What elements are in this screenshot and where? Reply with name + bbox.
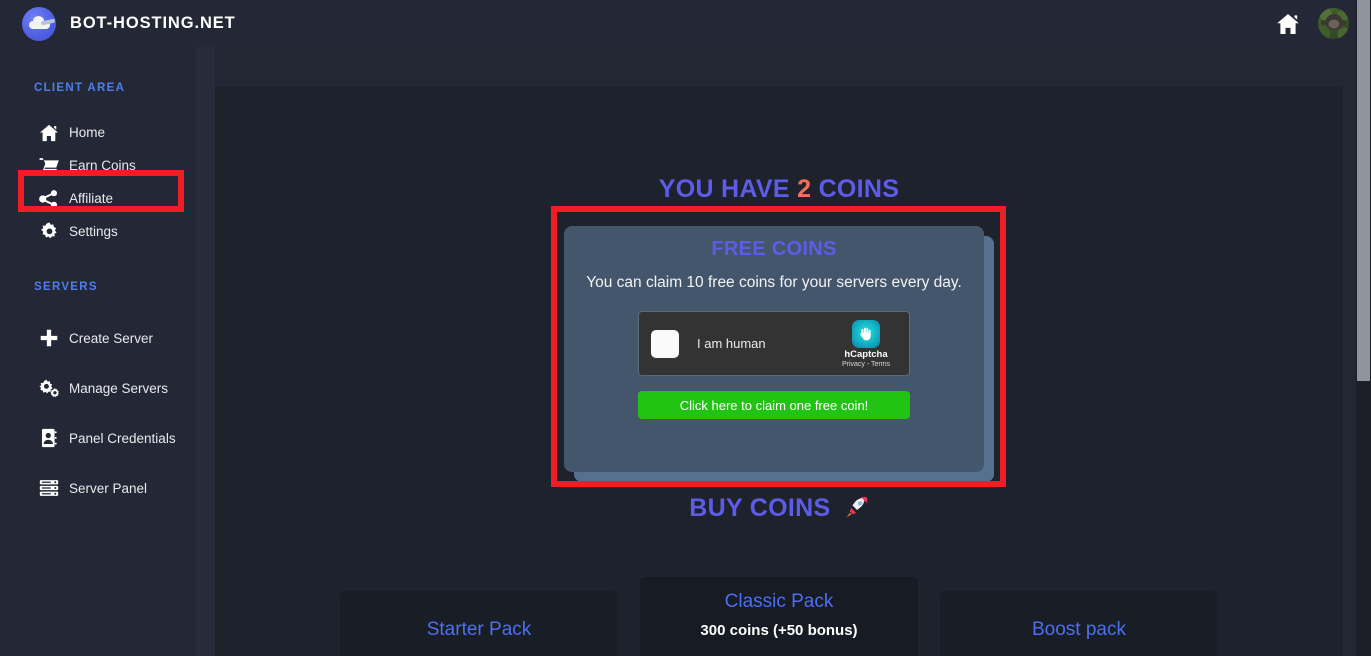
gear-icon — [38, 222, 60, 241]
sidebar-item-label: Settings — [69, 224, 118, 239]
sidebar-section-client-area: CLIENT AREA — [34, 82, 126, 94]
buy-coins-label: BUY COINS — [689, 494, 831, 522]
pack-name: Starter Pack — [426, 619, 532, 640]
sidebar: CLIENT AREA Home Earn Coins Affiliate Se… — [0, 47, 196, 656]
sidebar-item-server-panel[interactable]: Server Panel — [0, 463, 196, 513]
brand-name: BOT-HOSTING.NET — [70, 14, 236, 32]
claim-free-coin-button[interactable]: Click here to claim one free coin! — [638, 391, 910, 419]
sidebar-item-label: Manage Servers — [69, 380, 169, 396]
main-content-panel: YOU HAVE 2 COINS FREE COINS You can clai… — [215, 87, 1343, 656]
hcaptcha-checkbox-label: I am human — [697, 336, 766, 351]
brand[interactable]: BOT-HOSTING.NET — [22, 6, 236, 41]
free-coins-description: You can claim 10 free coins for your ser… — [586, 274, 962, 291]
sidebar-item-label: Home — [69, 125, 106, 140]
pack-card-starter[interactable]: Starter Pack — [340, 591, 618, 656]
sidebar-item-home[interactable]: Home — [0, 116, 196, 149]
free-coins-title: FREE COINS — [711, 238, 837, 260]
free-coins-section: FREE COINS You can claim 10 free coins f… — [564, 226, 994, 482]
sidebar-item-manage-servers[interactable]: Manage Servers — [0, 363, 196, 413]
sidebar-item-affiliate[interactable]: Affiliate — [0, 182, 196, 215]
vertical-scrollbar-track[interactable] — [1356, 0, 1371, 656]
sidebar-item-create-server[interactable]: Create Server — [0, 313, 196, 363]
sidebar-section-servers: SERVERS — [34, 281, 98, 293]
sidebar-item-label: Earn Coins — [69, 158, 136, 173]
user-avatar[interactable] — [1318, 8, 1349, 39]
home-icon[interactable] — [1276, 13, 1300, 35]
home-icon — [38, 124, 60, 142]
hcaptcha-hand-icon — [852, 319, 880, 348]
coins-heading-suffix: COINS — [818, 175, 900, 203]
plus-icon — [38, 329, 60, 347]
hcaptcha-widget[interactable]: I am human hCaptcha Privacy - Terms — [638, 311, 910, 376]
vertical-scrollbar-thumb[interactable] — [1357, 0, 1370, 381]
buy-coins-heading: BUY COINS — [215, 494, 1343, 526]
sidebar-gutter — [196, 47, 215, 656]
server-icon — [38, 479, 60, 497]
rocket-icon — [845, 495, 869, 526]
coins-balance-heading: YOU HAVE 2 COINS — [215, 175, 1343, 204]
free-coins-card: FREE COINS You can claim 10 free coins f… — [564, 226, 984, 472]
gears-icon — [38, 378, 60, 398]
sidebar-item-panel-credentials[interactable]: Panel Credentials — [0, 413, 196, 463]
hcaptcha-branding: hCaptcha Privacy - Terms — [835, 319, 897, 368]
pack-name: Classic Pack — [724, 591, 834, 612]
topbar-actions — [1276, 8, 1349, 39]
hcaptcha-brand-name: hCaptcha — [844, 348, 888, 360]
coins-heading-prefix: YOU HAVE — [658, 175, 790, 203]
cloud-logo-icon — [22, 6, 56, 41]
sidebar-item-label: Panel Credentials — [69, 430, 176, 446]
sidebar-item-earn-coins[interactable]: Earn Coins — [0, 149, 196, 182]
pack-card-classic[interactable]: Classic Pack 300 coins (+50 bonus) — [640, 577, 918, 656]
coins-count: 2 — [797, 175, 812, 203]
sidebar-item-label: Server Panel — [69, 480, 148, 496]
page-root: BOT-HOSTING.NET CLIENT AREA Home Earn Co… — [0, 0, 1371, 656]
address-book-icon — [38, 428, 60, 448]
coin-packs-row: Starter Pack Classic Pack 300 coins (+50… — [215, 577, 1343, 656]
pack-subtitle: 300 coins (+50 bonus) — [700, 622, 858, 639]
shopping-cart-icon — [38, 156, 60, 175]
sidebar-item-settings[interactable]: Settings — [0, 215, 196, 248]
hcaptcha-checkbox[interactable] — [651, 329, 679, 358]
sidebar-item-label: Affiliate — [69, 191, 114, 206]
top-navbar: BOT-HOSTING.NET — [0, 0, 1371, 47]
pack-name: Boost pack — [1032, 619, 1126, 640]
share-nodes-icon — [38, 189, 60, 208]
pack-card-boost[interactable]: Boost pack — [940, 591, 1218, 656]
hcaptcha-legal-links[interactable]: Privacy - Terms — [835, 361, 897, 368]
sidebar-item-label: Create Server — [69, 330, 154, 346]
